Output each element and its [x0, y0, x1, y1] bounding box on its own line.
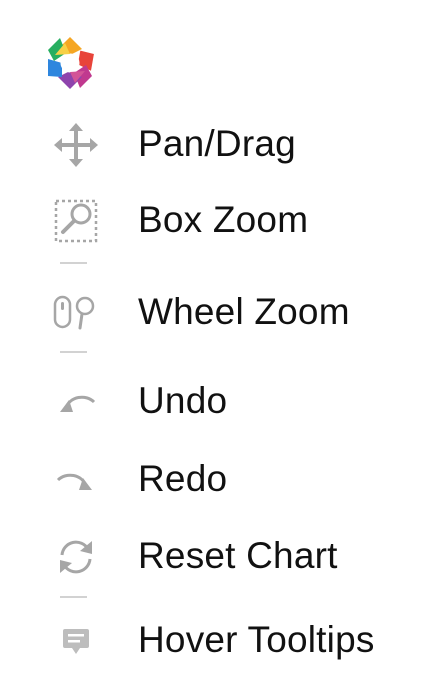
toolbar-divider	[60, 262, 87, 264]
tool-label-hover-tooltips: Hover Tooltips	[138, 619, 375, 661]
tool-label-box-zoom: Box Zoom	[138, 199, 309, 241]
tool-redo[interactable]: Redo	[0, 450, 423, 510]
redo-icon	[45, 453, 107, 507]
tool-label-undo: Undo	[138, 380, 228, 422]
tool-label-wheel-zoom: Wheel Zoom	[138, 291, 350, 333]
tool-pan-drag[interactable]: Pan/Drag	[0, 115, 423, 175]
tool-hover-tooltips[interactable]: Hover Tooltips	[0, 611, 423, 671]
toolbar-divider	[60, 596, 87, 598]
toolbar-divider	[60, 351, 87, 353]
hover-tooltip-icon	[45, 614, 107, 668]
tool-box-zoom[interactable]: Box Zoom	[0, 191, 423, 251]
box-zoom-icon	[45, 194, 107, 248]
app-logo	[41, 34, 99, 92]
pan-drag-icon	[45, 118, 107, 172]
bokeh-logo-icon	[48, 37, 94, 89]
tool-label-redo: Redo	[138, 458, 228, 500]
undo-icon	[45, 375, 107, 429]
tool-reset-chart[interactable]: Reset Chart	[0, 527, 423, 587]
tool-wheel-zoom[interactable]: Wheel Zoom	[0, 283, 423, 343]
tool-label-pan-drag: Pan/Drag	[138, 123, 296, 165]
reset-icon	[45, 530, 107, 584]
tool-label-reset-chart: Reset Chart	[138, 535, 338, 577]
tool-undo[interactable]: Undo	[0, 372, 423, 432]
wheel-zoom-icon	[45, 286, 107, 340]
